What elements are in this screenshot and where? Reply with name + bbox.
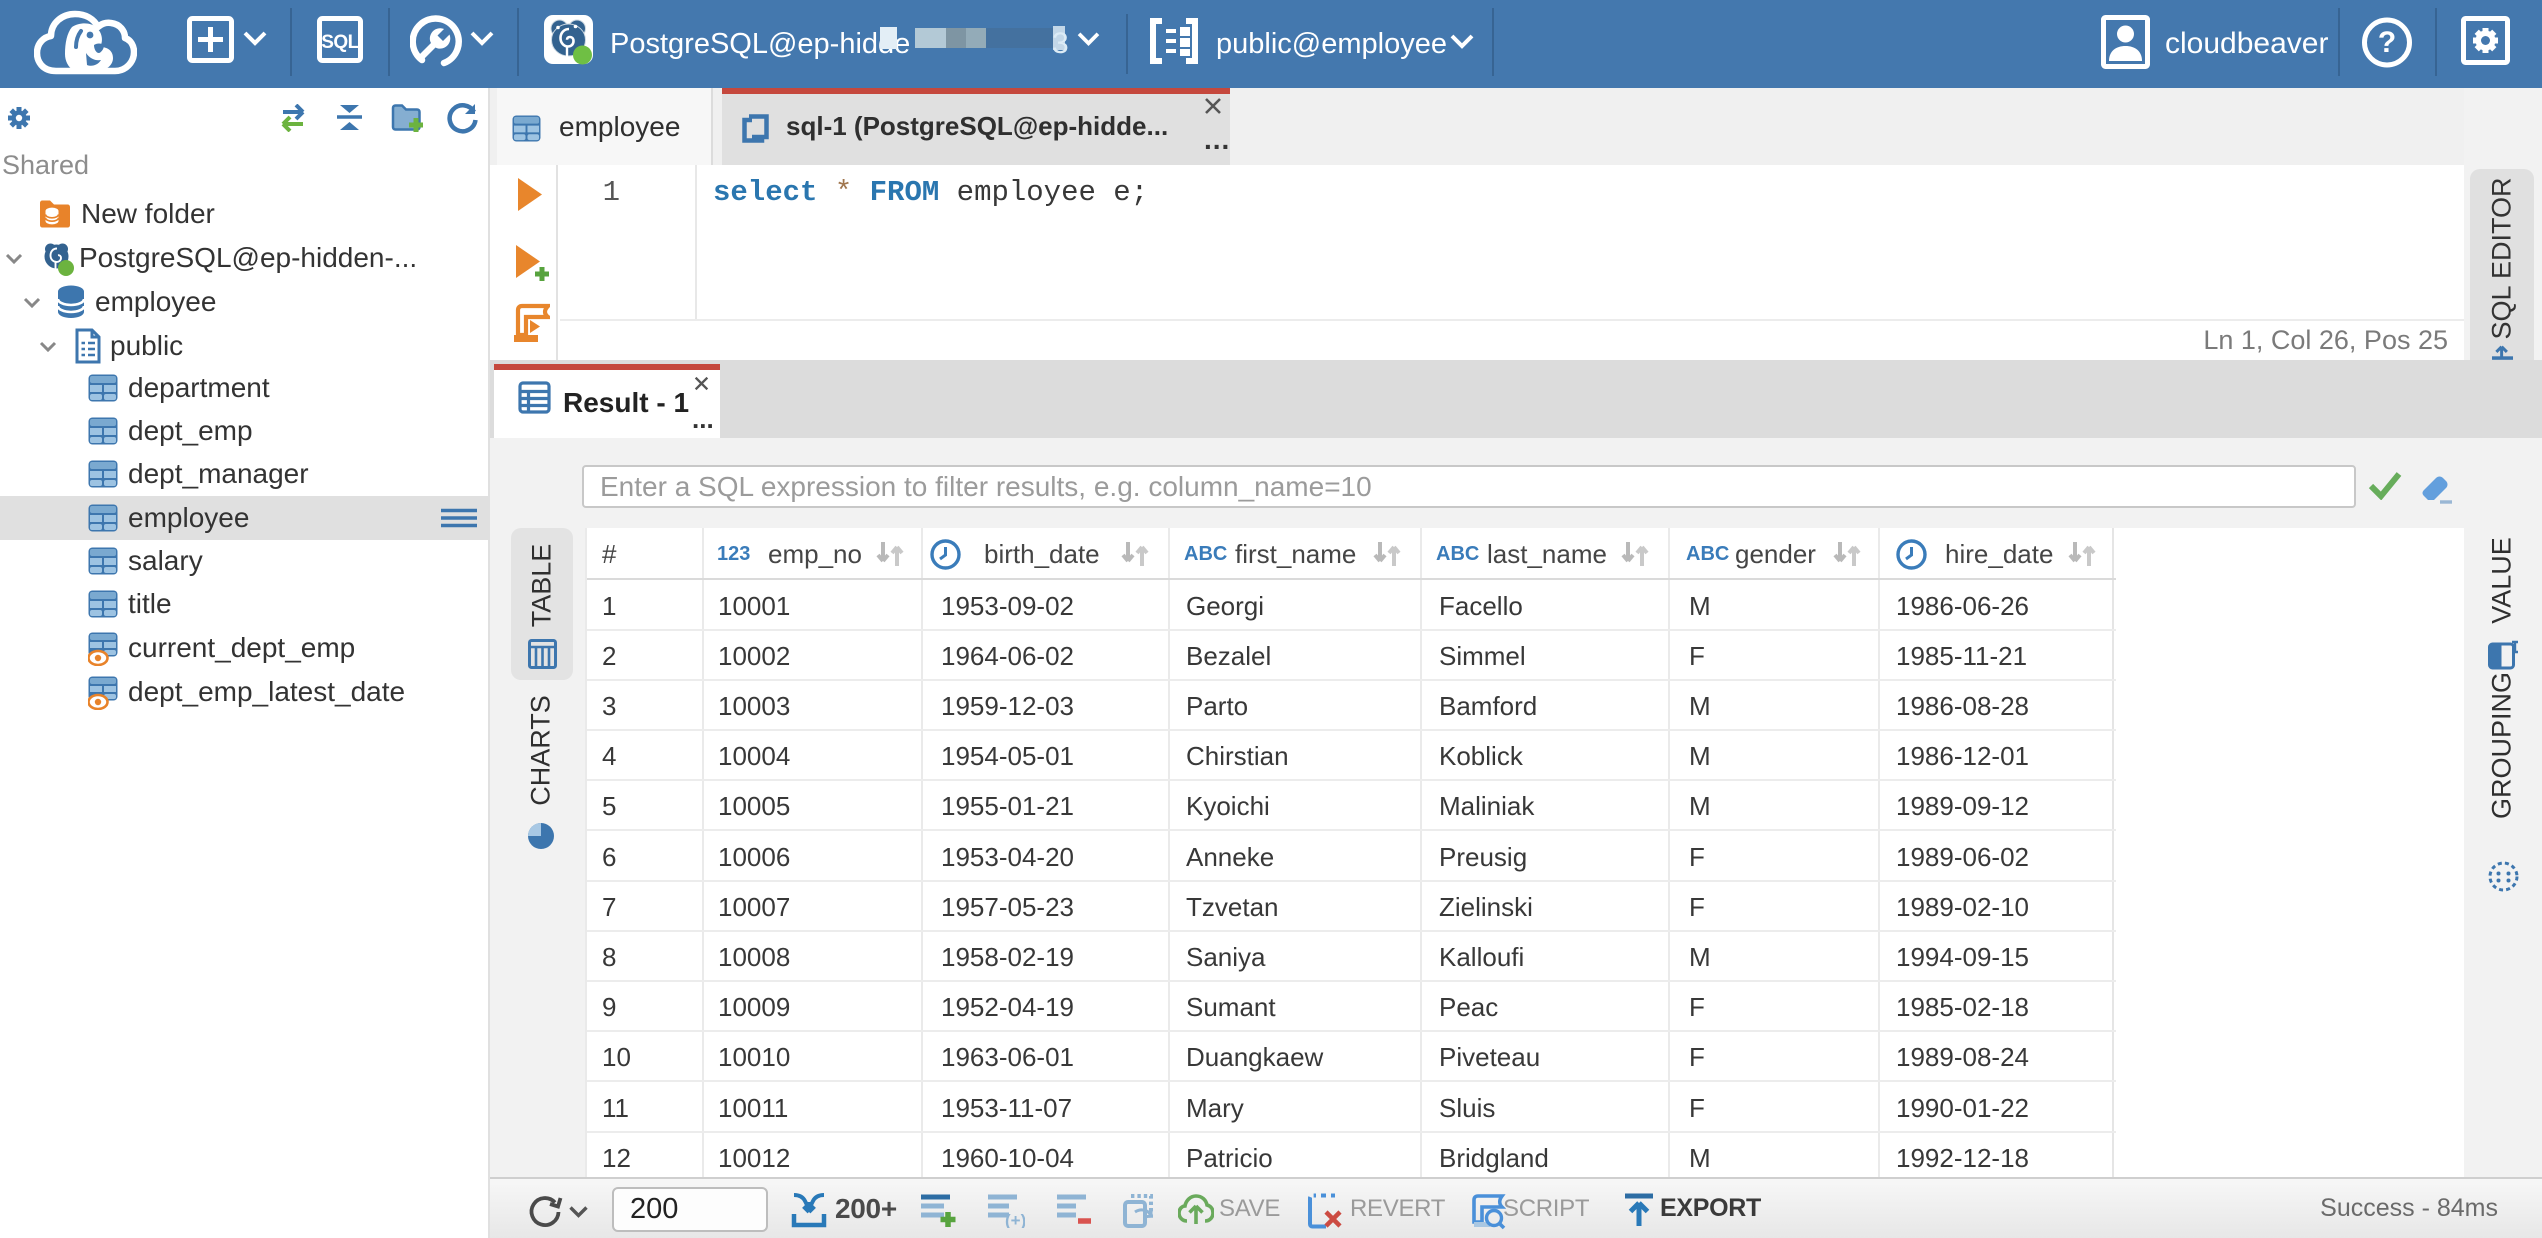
- svg-text:SQL: SQL: [321, 32, 359, 53]
- svg-text:(+): (+): [1005, 1211, 1025, 1228]
- svg-text:?: ?: [2378, 26, 2396, 59]
